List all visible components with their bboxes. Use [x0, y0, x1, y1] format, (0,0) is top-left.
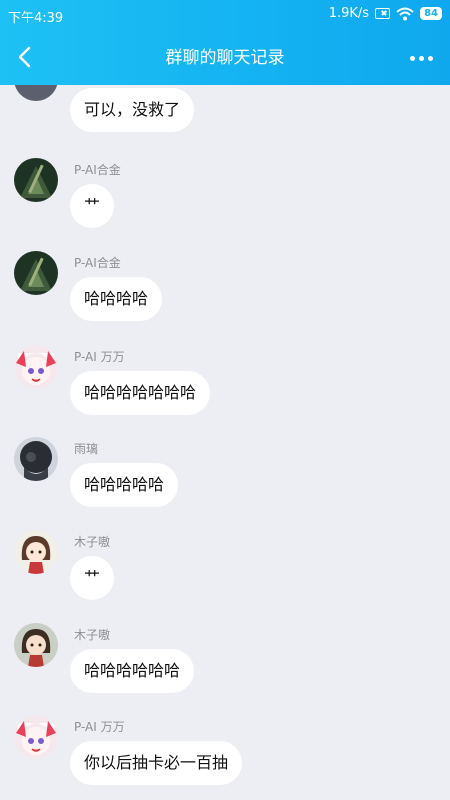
- avatar[interactable]: [14, 530, 58, 574]
- app-header: 群聊的聊天记录: [0, 30, 450, 85]
- message-bubble[interactable]: 哈哈哈哈哈哈哈: [70, 371, 211, 415]
- wifi-icon: [396, 7, 414, 20]
- message-bubble[interactable]: 哈哈哈哈哈: [70, 463, 179, 507]
- sender-name: P-AI 万万: [74, 720, 125, 734]
- message-bubble[interactable]: 艹: [70, 556, 115, 600]
- message-bubble[interactable]: 你以后抽卡必一百抽: [70, 741, 243, 785]
- status-bar: 下午4:39 1.9K/s 84: [0, 0, 450, 30]
- sender-name: P-AI 万万: [74, 350, 125, 364]
- avatar[interactable]: [14, 437, 58, 481]
- no-sim-icon: [375, 8, 391, 19]
- avatar[interactable]: [14, 251, 58, 295]
- sender-name: P-AI合金: [74, 256, 121, 270]
- battery-indicator: 84: [420, 7, 442, 20]
- avatar[interactable]: [14, 345, 58, 389]
- sender-name: P-AI合金: [74, 163, 121, 177]
- status-time: 下午4:39: [8, 11, 64, 26]
- message-bubble[interactable]: 哈哈哈哈: [70, 277, 163, 321]
- more-menu-icon[interactable]: [410, 48, 436, 68]
- message-bubble[interactable]: 可以，没救了: [70, 88, 195, 132]
- page-title: 群聊的聊天记录: [165, 48, 285, 68]
- message-bubble[interactable]: 哈哈哈哈哈哈: [70, 649, 195, 693]
- chat-history[interactable]: 可以，没救了 P-AI合金 艹 P-AI合金 哈哈哈哈 P-AI 万万 哈哈哈哈…: [0, 85, 450, 800]
- avatar[interactable]: [14, 158, 58, 202]
- message-bubble[interactable]: 艹: [70, 184, 115, 228]
- sender-name: 木子嗷: [74, 628, 111, 642]
- network-speed: 1.9K/s: [328, 6, 370, 21]
- avatar[interactable]: [14, 85, 58, 101]
- status-icons: 1.9K/s 84: [329, 6, 442, 21]
- avatar[interactable]: [14, 715, 58, 759]
- sender-name: 雨璃: [74, 442, 99, 456]
- sender-name: 木子嗷: [74, 535, 111, 549]
- avatar[interactable]: [14, 623, 58, 667]
